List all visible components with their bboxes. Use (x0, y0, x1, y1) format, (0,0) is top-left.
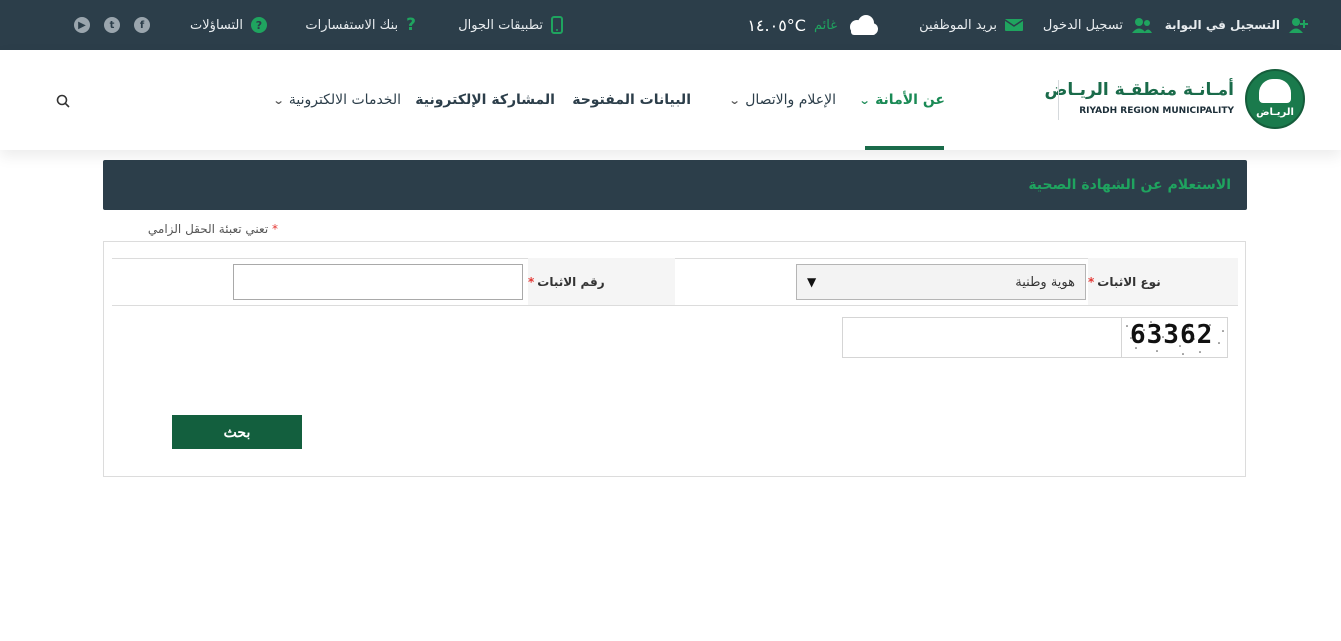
emblem-text: الريـاض (1256, 107, 1294, 118)
help-circle-icon: ? (251, 17, 267, 33)
chevron-down-icon: ⌄ (728, 93, 741, 107)
mobile-icon (551, 16, 563, 34)
search-icon[interactable] (56, 93, 70, 108)
inquiries-bank-label: بنك الاستفسارات (305, 17, 399, 33)
weather-status: غائم (813, 17, 837, 33)
facebook-icon[interactable]: f (134, 17, 150, 33)
inquiries-bank-link[interactable]: بنك الاستفسارات ? (305, 0, 416, 50)
login-link[interactable]: تسجيل الدخول (1043, 0, 1153, 50)
logo-divider (1058, 80, 1059, 120)
brand-name-ar: أمـانـة منطقـة الريـاض (1044, 80, 1235, 100)
temperature-value: ١٤.٠٥°C (747, 15, 806, 35)
captcha-code: 63362 (1130, 320, 1214, 350)
questions-label: التساؤلات (190, 17, 243, 33)
dropdown-arrow-icon: ▼ (807, 275, 817, 289)
id-type-select[interactable]: ▼ هوية وطنية (796, 264, 1086, 300)
brand-name-en: RIYADH REGION MUNICIPALITY (1079, 106, 1234, 116)
page-header: الاستعلام عن الشهادة الصحية (103, 160, 1247, 210)
cloud-icon (850, 15, 878, 35)
required-star: * (272, 222, 278, 236)
required-star: * (1088, 274, 1095, 289)
chevron-down-icon: ⌄ (272, 93, 285, 107)
users-icon (1132, 18, 1152, 33)
search-button[interactable]: بحث (172, 415, 302, 449)
nav-about[interactable]: ⌄ عن الأمانة (858, 50, 945, 150)
register-portal-label: التسجيل في البوابة (1164, 18, 1280, 32)
mobile-apps-link[interactable]: تطبيقات الجوال (458, 0, 563, 50)
main-nav: الريـاض أمـانـة منطقـة الريـاض RIYADH RE… (0, 50, 1341, 150)
register-portal-link[interactable]: التسجيل في البوابة (1165, 0, 1308, 50)
nav-e-participation-label: المشاركة الإلكترونية (415, 92, 555, 108)
employee-mail-link[interactable]: بريد الموظفين (919, 0, 1023, 50)
required-note: * تعني تعبئة الحقل الزامي (148, 222, 278, 236)
question-icon: ? (406, 15, 416, 35)
row-divider (112, 305, 1238, 306)
row-divider (112, 258, 1238, 259)
add-user-icon (1289, 18, 1308, 33)
envelope-icon (1005, 19, 1023, 31)
top-bar: التسجيل في البوابة تسجيل الدخول بريد الم… (0, 0, 1341, 50)
required-star: * (528, 274, 535, 289)
id-number-label-cell: رقم الاثبات * (528, 258, 675, 305)
id-type-value: هوية وطنية (1015, 274, 1075, 290)
id-type-label-cell: نوع الاثبات * (1088, 258, 1238, 305)
active-nav-indicator (865, 146, 944, 150)
emblem-icon (1259, 79, 1291, 103)
nav-about-label: عن الأمانة (875, 92, 945, 108)
municipality-logo[interactable]: الريـاض (1245, 69, 1305, 129)
mobile-apps-label: تطبيقات الجوال (458, 17, 543, 33)
nav-open-data[interactable]: البيانات المفتوحة (572, 50, 691, 150)
required-note-text: تعني تعبئة الحقل الزامي (147, 222, 269, 236)
page-title: الاستعلام عن الشهادة الصحية (1028, 177, 1231, 193)
captcha-input[interactable] (843, 318, 1122, 357)
twitter-icon[interactable]: t (104, 17, 120, 33)
youtube-icon[interactable]: ▶ (74, 17, 90, 33)
nav-e-services-label: الخدمات الالكترونية (288, 92, 401, 108)
employee-mail-label: بريد الموظفين (919, 17, 997, 33)
nav-e-participation[interactable]: المشاركة الإلكترونية (415, 50, 555, 150)
nav-e-services[interactable]: ⌄ الخدمات الالكترونية (272, 50, 401, 150)
weather-widget: ١٤.٠٥°C غائم (747, 0, 879, 50)
login-label: تسجيل الدخول (1042, 17, 1123, 33)
nav-open-data-label: البيانات المفتوحة (572, 92, 691, 108)
id-number-label: رقم الاثبات (537, 274, 605, 289)
questions-link[interactable]: التساؤلات ? (190, 0, 267, 50)
captcha-image: 63362 (1121, 318, 1227, 357)
captcha-group: 63362 (842, 317, 1228, 358)
chevron-down-icon: ⌄ (858, 93, 871, 107)
nav-media[interactable]: ⌄ الإعلام والاتصال (728, 50, 836, 150)
id-number-input[interactable] (233, 264, 523, 300)
nav-media-label: الإعلام والاتصال (745, 92, 836, 108)
id-type-label: نوع الاثبات (1097, 274, 1161, 289)
